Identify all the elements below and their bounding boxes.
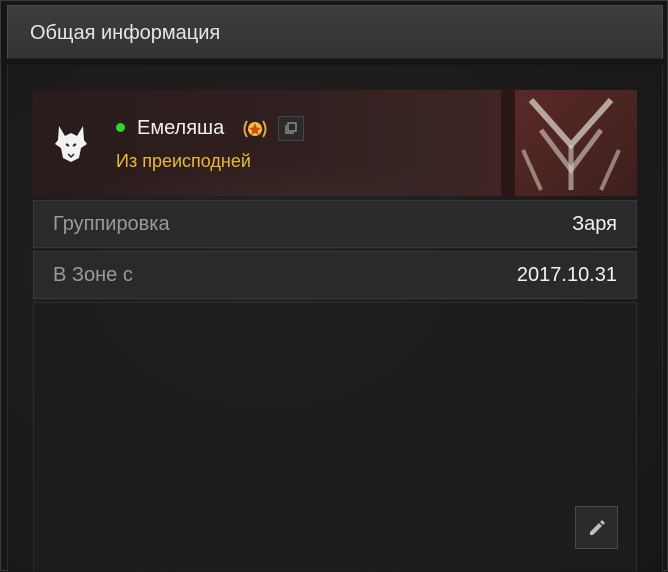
copy-name-button[interactable] — [278, 116, 304, 141]
copy-icon — [285, 122, 297, 134]
in-zone-since-value: 2017.10.31 — [516, 264, 617, 286]
faction-label: Группировка — [53, 213, 170, 235]
player-name[interactable]: Емеляша — [137, 117, 224, 140]
about-text-area — [33, 302, 637, 571]
faction-value: Заря — [572, 213, 617, 235]
banner-emblem-art — [501, 90, 637, 196]
online-status-indicator — [116, 123, 125, 132]
edit-button[interactable] — [575, 506, 618, 549]
in-zone-since-label: В Зоне с — [53, 264, 133, 286]
in-zone-since-row: В Зоне с 2017.10.31 — [33, 251, 637, 299]
panel-header: Общая информация — [7, 5, 663, 59]
pencil-icon — [590, 520, 605, 535]
panel-title: Общая информация — [30, 22, 221, 44]
profile-banner: Емеляша Из преисподней — [33, 90, 637, 196]
laurel-star-icon[interactable] — [241, 117, 269, 141]
player-status-text: Из преисподней — [116, 151, 251, 171]
faction-row: Группировка Заря — [33, 200, 637, 248]
wolf-head-icon — [53, 124, 89, 164]
